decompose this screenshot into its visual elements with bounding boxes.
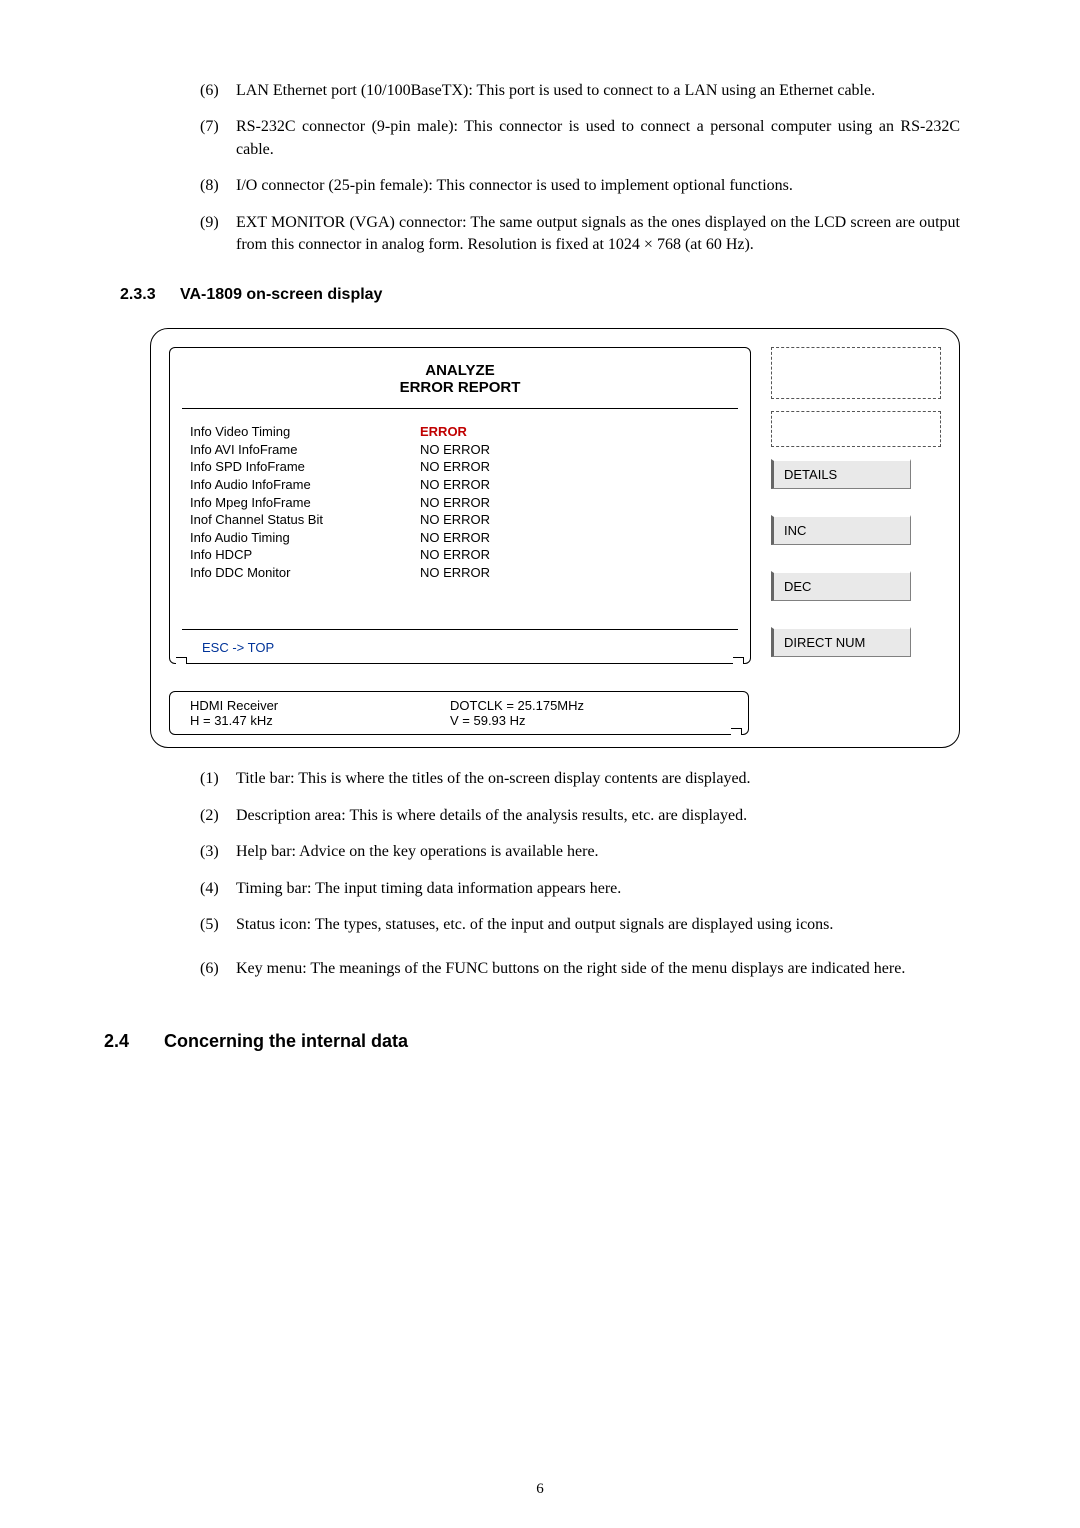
title-bar: ANALYZE ERROR REPORT: [182, 348, 738, 409]
list-text: Description area: This is where details …: [236, 805, 960, 827]
desc-row: Info Audio InfoFrameNO ERROR: [190, 476, 738, 494]
section-24-number: 2.4: [104, 1031, 164, 1052]
list-number: (2): [200, 805, 236, 827]
list-text: Timing bar: The input timing data inform…: [236, 878, 960, 900]
timing-dotclk: DOTCLK = 25.175MHz: [450, 698, 736, 713]
osd-diagram-frame: ANALYZE ERROR REPORT Info Video TimingER…: [150, 328, 960, 748]
list-number: (7): [200, 116, 236, 161]
desc-label: Info Audio Timing: [190, 529, 420, 547]
list-item: (6)LAN Ethernet port (10/100BaseTX): Thi…: [200, 80, 960, 102]
inc-button[interactable]: INC: [771, 515, 911, 545]
list-item: (9)EXT MONITOR (VGA) connector: The same…: [200, 212, 960, 257]
desc-value: NO ERROR: [420, 529, 738, 547]
desc-label: Info DDC Monitor: [190, 564, 420, 582]
list-item: (2)Description area: This is where detai…: [200, 805, 960, 827]
description-area: Info Video TimingERRORInfo AVI InfoFrame…: [170, 409, 750, 591]
list-item: (4)Timing bar: The input timing data inf…: [200, 878, 960, 900]
list-text: EXT MONITOR (VGA) connector: The same ou…: [236, 212, 960, 257]
desc-label: Info SPD InfoFrame: [190, 458, 420, 476]
desc-value: NO ERROR: [420, 494, 738, 512]
desc-row: Info SPD InfoFrameNO ERROR: [190, 458, 738, 476]
help-bar: ESC -> TOP: [182, 630, 738, 663]
page-number: 6: [0, 1481, 1080, 1498]
timing-bar: HDMI Receiver H = 31.47 kHz DOTCLK = 25.…: [169, 691, 749, 735]
section-2-4-heading: 2.4Concerning the internal data: [104, 1031, 980, 1052]
list-item: (5)Status icon: The types, statuses, etc…: [200, 914, 960, 936]
desc-value: NO ERROR: [420, 546, 738, 564]
section-number: 2.3.3: [120, 286, 180, 304]
desc-row: Info DDC MonitorNO ERROR: [190, 564, 738, 582]
dec-button[interactable]: DEC: [771, 571, 911, 601]
side-column: DETAILS INC DEC DIRECT NUM: [751, 347, 941, 683]
list-item: (6)Key menu: The meanings of the FUNC bu…: [200, 958, 960, 980]
list-number: (1): [200, 768, 236, 790]
list-number: (9): [200, 212, 236, 257]
desc-row: Info Audio TimingNO ERROR: [190, 529, 738, 547]
desc-label: Info Mpeg InfoFrame: [190, 494, 420, 512]
list-text: LAN Ethernet port (10/100BaseTX): This p…: [236, 80, 960, 102]
desc-value: NO ERROR: [420, 564, 738, 582]
desc-label: Info Video Timing: [190, 423, 420, 441]
desc-value: NO ERROR: [420, 476, 738, 494]
details-button[interactable]: DETAILS: [771, 459, 911, 489]
list-item: (8)I/O connector (25-pin female): This c…: [200, 175, 960, 197]
list-text: RS-232C connector (9-pin male): This con…: [236, 116, 960, 161]
desc-value: ERROR: [420, 423, 738, 441]
notch-left: [176, 657, 187, 664]
list-text: I/O connector (25-pin female): This conn…: [236, 175, 960, 197]
list-number: (3): [200, 841, 236, 863]
intro-numbered-list: (6)LAN Ethernet port (10/100BaseTX): Thi…: [200, 80, 960, 256]
list-item: (7)RS-232C connector (9-pin male): This …: [200, 116, 960, 161]
list-item: (3)Help bar: Advice on the key operation…: [200, 841, 960, 863]
list-text: Status icon: The types, statuses, etc. o…: [236, 914, 960, 936]
status-icon-placeholder-1: [771, 347, 941, 399]
desc-label: Inof Channel Status Bit: [190, 511, 420, 529]
below-numbered-list: (1)Title bar: This is where the titles o…: [200, 768, 960, 980]
desc-value: NO ERROR: [420, 458, 738, 476]
notch-right: [733, 657, 744, 664]
desc-row: Info AVI InfoFrameNO ERROR: [190, 441, 738, 459]
desc-label: Info HDCP: [190, 546, 420, 564]
title-line1: ANALYZE: [182, 362, 738, 379]
list-number: (5): [200, 914, 236, 936]
desc-row: Info Video TimingERROR: [190, 423, 738, 441]
desc-row: Info Mpeg InfoFrameNO ERROR: [190, 494, 738, 512]
list-number: (4): [200, 878, 236, 900]
timing-hfreq: H = 31.47 kHz: [190, 713, 450, 728]
desc-row: Info HDCPNO ERROR: [190, 546, 738, 564]
section-title: VA-1809 on-screen display: [180, 286, 382, 303]
timing-notch: [731, 728, 742, 735]
section-2-3-3-heading: 2.3.3VA-1809 on-screen display: [120, 286, 980, 304]
timing-receiver: HDMI Receiver: [190, 698, 450, 713]
timing-vfreq: V = 59.93 Hz: [450, 713, 736, 728]
list-number: (6): [200, 80, 236, 102]
analysis-panel: ANALYZE ERROR REPORT Info Video TimingER…: [169, 347, 751, 664]
list-text: Help bar: Advice on the key operations i…: [236, 841, 960, 863]
section-24-title: Concerning the internal data: [164, 1031, 408, 1051]
list-number: (8): [200, 175, 236, 197]
status-icon-placeholder-2: [771, 411, 941, 447]
direct-num-button[interactable]: DIRECT NUM: [771, 627, 911, 657]
list-text: Title bar: This is where the titles of t…: [236, 768, 960, 790]
title-line2: ERROR REPORT: [182, 379, 738, 396]
list-text: Key menu: The meanings of the FUNC butto…: [236, 958, 960, 980]
desc-value: NO ERROR: [420, 511, 738, 529]
list-item: (1)Title bar: This is where the titles o…: [200, 768, 960, 790]
desc-label: Info Audio InfoFrame: [190, 476, 420, 494]
list-number: (6): [200, 958, 236, 980]
desc-label: Info AVI InfoFrame: [190, 441, 420, 459]
desc-row: Inof Channel Status BitNO ERROR: [190, 511, 738, 529]
desc-value: NO ERROR: [420, 441, 738, 459]
